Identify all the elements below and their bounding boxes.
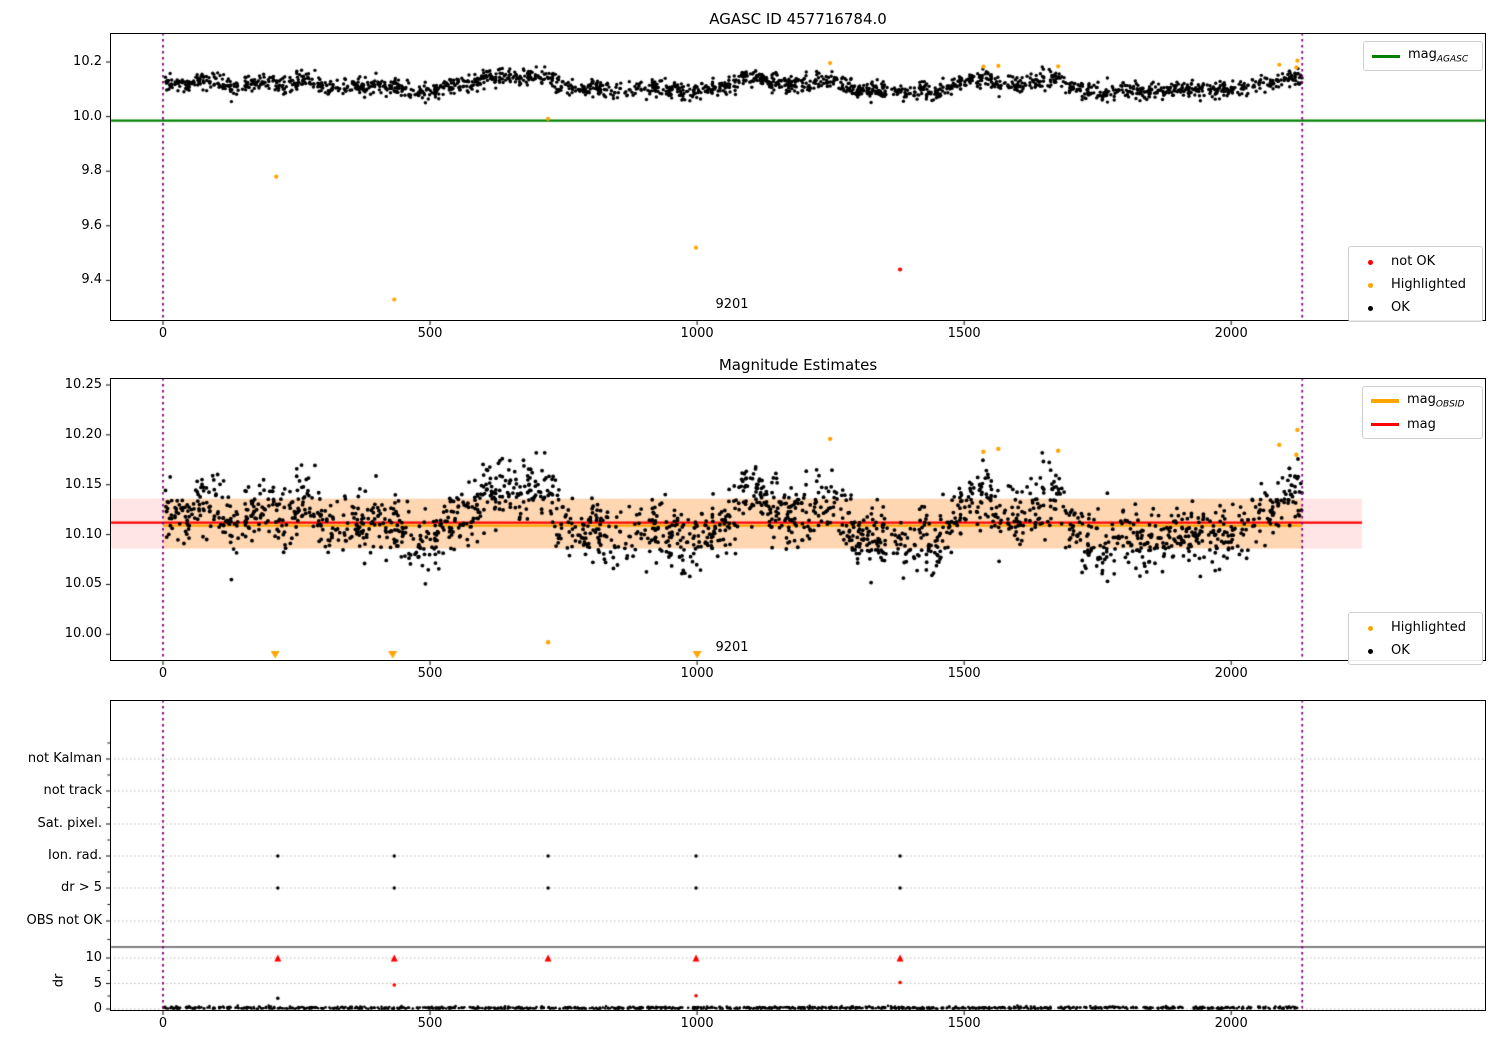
top-x-tick-label: 500 xyxy=(417,326,443,341)
legend-dot-swatch xyxy=(1357,254,1383,269)
legend-line-swatch xyxy=(1371,422,1399,426)
bot-x-tick-label: 1500 xyxy=(947,1016,981,1031)
bot-category-label: not track xyxy=(43,783,102,798)
top-obsid-annotation: 9201 xyxy=(715,297,749,312)
bot-category-label: Sat. pixel. xyxy=(37,816,102,831)
legend-row: not OK xyxy=(1357,251,1474,271)
bot-category-label: OBS not OK xyxy=(26,913,103,928)
mid-y-tick-label: 10.20 xyxy=(64,426,102,442)
legend-label: not OK xyxy=(1391,253,1436,269)
top-legend-points: not OK Highlighted OK xyxy=(1348,246,1483,322)
mid-obsid-annotation: 9201 xyxy=(715,640,749,655)
bot-x-tick-label: 1000 xyxy=(680,1016,714,1031)
bot-x-tick-label: 2000 xyxy=(1214,1016,1248,1031)
dr-tick-label: 0 xyxy=(93,1001,102,1016)
legend-label: OK xyxy=(1391,642,1410,658)
top-legend-mag-agasc: magAGASC xyxy=(1363,41,1483,71)
top-x-tick-label: 1500 xyxy=(947,326,981,341)
legend-label: OK xyxy=(1391,299,1410,315)
top-y-tick-label: 10.0 xyxy=(73,108,102,124)
legend-dot-swatch xyxy=(1357,643,1383,658)
legend-label: Highlighted xyxy=(1391,619,1466,635)
top-y-tick-label: 9.4 xyxy=(81,272,102,288)
mid-x-tick-label: 1500 xyxy=(947,666,981,681)
bot-category-label: Ion. rad. xyxy=(48,848,102,863)
legend-row: OK xyxy=(1357,297,1474,317)
legend-line-swatch xyxy=(1372,54,1400,58)
top-plot-title: AGASC ID 457716784.0 xyxy=(709,10,887,28)
mid-axes xyxy=(110,378,1486,661)
legend-dot-swatch xyxy=(1357,300,1383,315)
bot-category-label: not Kalman xyxy=(27,751,102,766)
top-x-tick-label: 2000 xyxy=(1214,326,1248,341)
mid-x-tick-label: 2000 xyxy=(1214,666,1248,681)
mid-y-tick-label: 10.10 xyxy=(64,526,102,542)
legend-row: magOBSID xyxy=(1371,391,1474,411)
mid-y-tick-label: 10.00 xyxy=(64,626,102,642)
dr-tick-label: 10 xyxy=(85,950,102,965)
mid-y-tick-label: 10.05 xyxy=(64,576,102,592)
bot-x-tick-label: 500 xyxy=(417,1016,443,1031)
legend-row: OK xyxy=(1357,640,1474,660)
mid-legend-points: Highlighted OK xyxy=(1348,612,1483,665)
mid-plot-title: Magnitude Estimates xyxy=(718,356,878,374)
top-y-tick-label: 9.6 xyxy=(81,217,102,233)
mid-x-tick-label: 1000 xyxy=(680,666,714,681)
legend-row: mag xyxy=(1371,414,1474,434)
bot-category-label: dr > 5 xyxy=(60,880,102,895)
top-x-tick-label: 1000 xyxy=(680,326,714,341)
legend-label: mag xyxy=(1407,416,1436,432)
legend-label: Highlighted xyxy=(1391,276,1466,292)
legend-label: magAGASC xyxy=(1408,47,1469,65)
mid-x-tick-label: 0 xyxy=(158,666,168,681)
mid-y-tick-label: 10.25 xyxy=(64,377,102,392)
legend-row: magAGASC xyxy=(1372,46,1474,66)
figure: AGASC ID 457716784.0 Magnitude Estimates… xyxy=(0,0,1500,1050)
top-y-tick-label: 9.8 xyxy=(81,163,102,179)
legend-row: Highlighted xyxy=(1357,617,1474,637)
top-y-tick-label: 10.2 xyxy=(73,54,102,69)
bot-x-tick-label: 0 xyxy=(158,1016,168,1031)
top-axes xyxy=(110,33,1486,321)
legend-dot-swatch xyxy=(1357,620,1383,635)
mid-legend-lines: magOBSID mag xyxy=(1362,386,1483,439)
top-x-tick-label: 0 xyxy=(158,326,168,341)
mid-x-tick-label: 500 xyxy=(417,666,443,681)
dr-tick-label: 5 xyxy=(93,975,102,991)
legend-dot-swatch xyxy=(1357,277,1383,292)
legend-row: Highlighted xyxy=(1357,274,1474,294)
legend-line-swatch xyxy=(1371,399,1399,403)
mid-y-tick-label: 10.15 xyxy=(64,476,102,492)
legend-label: magOBSID xyxy=(1407,392,1465,410)
bot-axes xyxy=(110,700,1486,1011)
